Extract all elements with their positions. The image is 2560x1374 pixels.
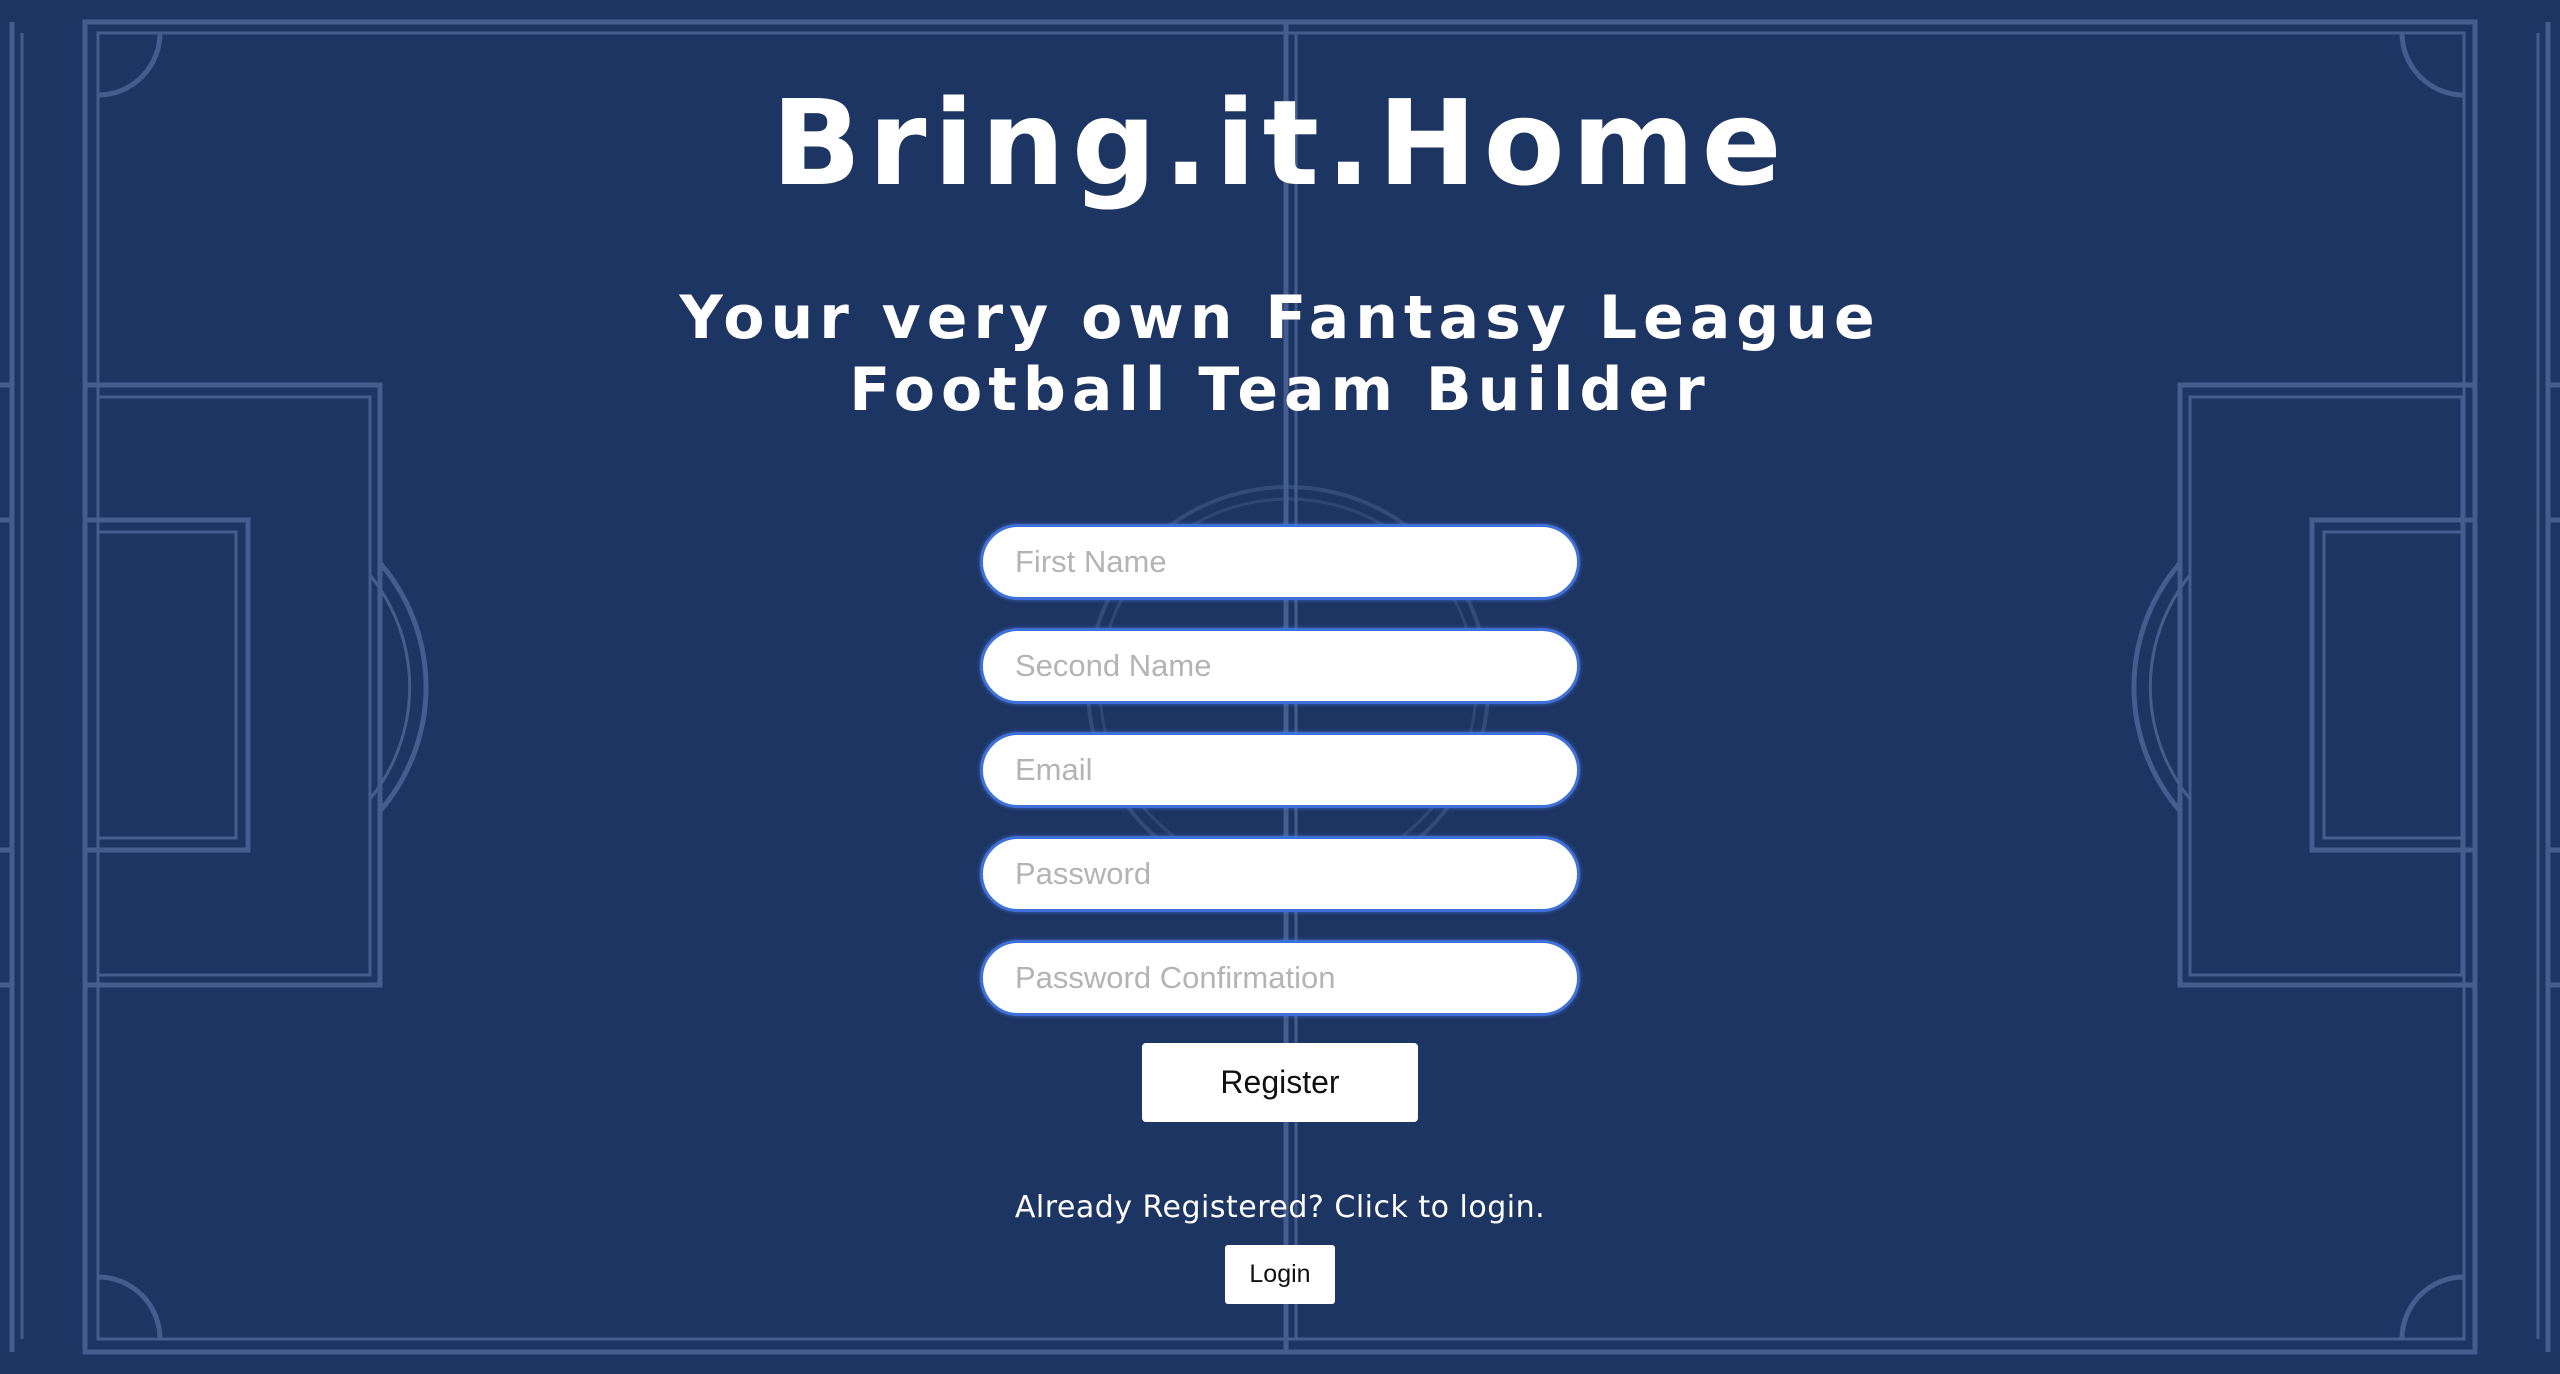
subtitle-line-2: Football Team Builder xyxy=(849,355,1711,425)
subtitle-line-1: Your very own Fantasy League xyxy=(679,283,1881,353)
password-confirmation-input[interactable] xyxy=(980,940,1580,1016)
password-input[interactable] xyxy=(980,836,1580,912)
first-name-input[interactable] xyxy=(980,524,1580,600)
email-input[interactable] xyxy=(980,732,1580,808)
register-button[interactable]: Register xyxy=(1142,1043,1418,1122)
app-subtitle: Your very own Fantasy League Football Te… xyxy=(0,282,2560,426)
login-button[interactable]: Login xyxy=(1225,1245,1335,1304)
register-page: Bring.it.Home Your very own Fantasy Leag… xyxy=(0,0,2560,1374)
second-name-input[interactable] xyxy=(980,628,1580,704)
login-prompt-text: Already Registered? Click to login. xyxy=(1014,1190,1546,1225)
app-title: Bring.it.Home xyxy=(771,74,1789,212)
